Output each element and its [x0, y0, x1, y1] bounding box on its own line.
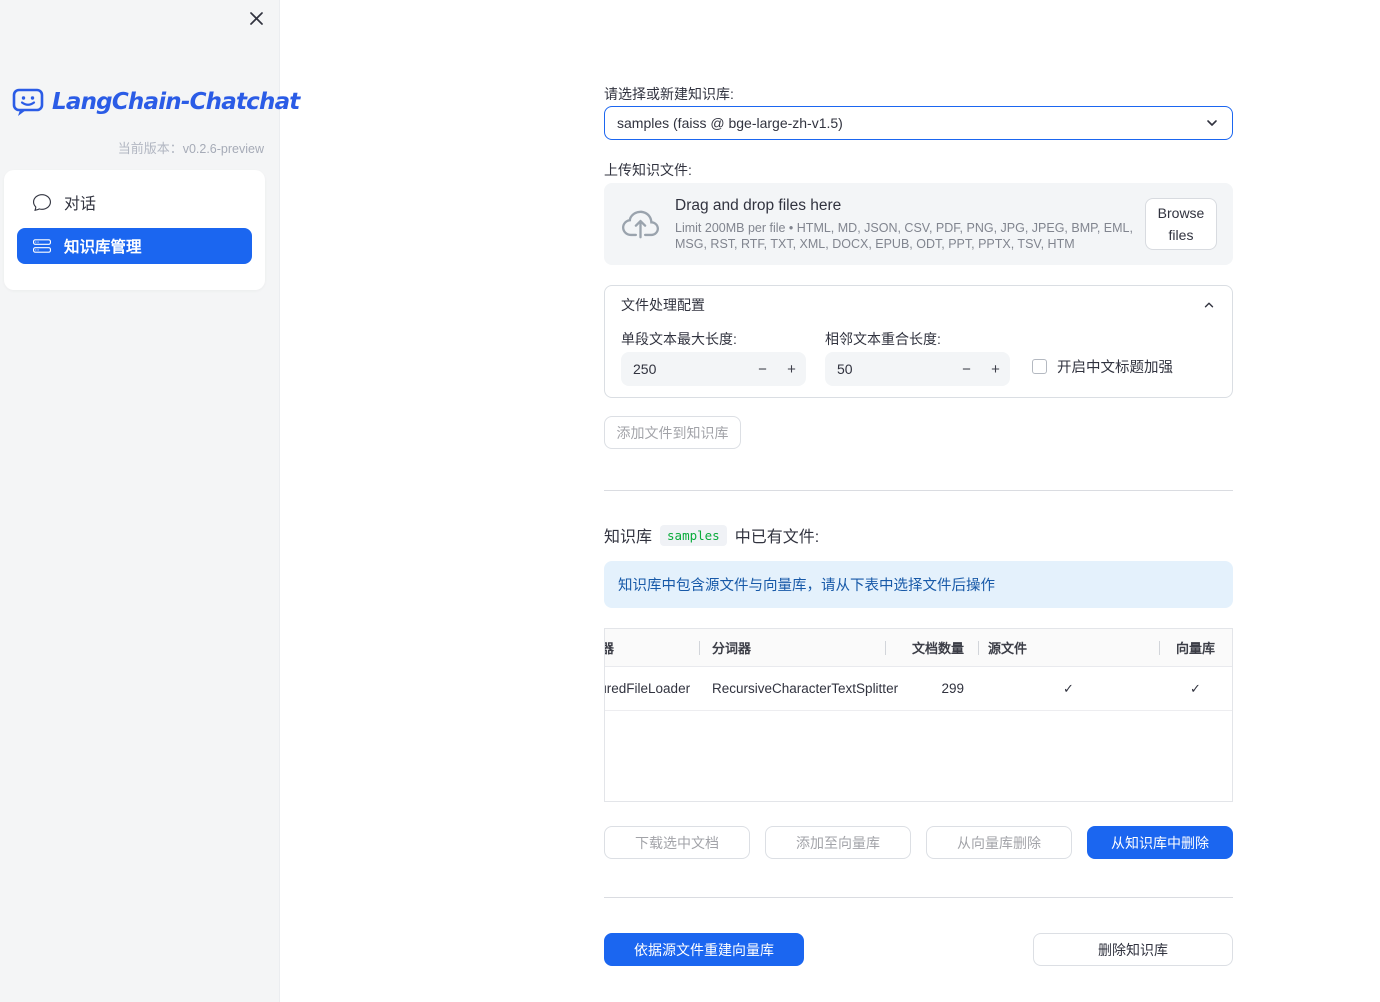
- sidebar-item-knowledge-base[interactable]: 知识库管理: [17, 228, 252, 264]
- kb-heading-suffix: 中已有文件:: [734, 529, 820, 546]
- add-files-to-kb-button[interactable]: 添加文件到知识库: [604, 416, 741, 449]
- table-row[interactable]: UnstructuredFileLoader RecursiveCharacte…: [605, 667, 1232, 711]
- cell-vector-store-check: ✓: [1159, 667, 1232, 710]
- upload-label: 上传知识文件:: [604, 162, 692, 178]
- chunk-size-label: 单段文本最大长度:: [621, 331, 737, 347]
- file-config-expander-header[interactable]: 文件处理配置: [605, 286, 1232, 324]
- kb-stack-icon: [33, 237, 51, 255]
- zh-title-enhance-checkbox[interactable]: [1032, 359, 1047, 374]
- info-banner: 知识库中包含源文件与向量库，请从下表中选择文件后操作: [604, 561, 1233, 608]
- divider: [604, 897, 1233, 898]
- kb-select-value: samples (faiss @ bge-large-zh-v1.5): [617, 115, 843, 131]
- kb-select[interactable]: samples (faiss @ bge-large-zh-v1.5): [604, 106, 1233, 140]
- zh-title-enhance-label: 开启中文标题加强: [1057, 360, 1173, 376]
- file-dropzone[interactable]: Drag and drop files here Limit 200MB per…: [604, 183, 1233, 265]
- cloud-upload-icon: [622, 206, 659, 243]
- file-config-expander: 文件处理配置 单段文本最大长度: 250 − + 相邻文本重合长度: 50 − …: [604, 285, 1233, 398]
- chat-bubble-icon: [33, 193, 51, 211]
- dropzone-limit-text: Limit 200MB per file • HTML, MD, JSON, C…: [675, 220, 1133, 251]
- cell-doc-count: 299: [941, 681, 964, 696]
- app-logo: LangChain-Chatchat: [11, 86, 300, 118]
- table-header-vector-store[interactable]: 向量库: [1159, 629, 1232, 666]
- cell-loader: UnstructuredFileLoader: [605, 681, 691, 696]
- sidebar-close-button[interactable]: [246, 8, 266, 28]
- chevron-down-icon: [1204, 115, 1220, 131]
- table-header-splitter[interactable]: 分词器: [699, 629, 885, 666]
- file-action-buttons: 下载选中文档 添加至向量库 从向量库删除 从知识库中删除: [604, 826, 1233, 859]
- chat-smiley-logo-icon: [11, 86, 45, 118]
- version-info: 当前版本：v0.2.6-preview: [118, 138, 264, 157]
- rebuild-vector-store-button[interactable]: 依据源文件重建向量库: [604, 933, 804, 966]
- cell-splitter: RecursiveCharacterTextSplitter: [712, 681, 899, 696]
- chunk-size-input[interactable]: 250 − +: [621, 352, 806, 386]
- version-label: 当前版本：: [117, 141, 183, 156]
- overlap-label: 相邻文本重合长度:: [825, 331, 941, 347]
- file-config-title: 文件处理配置: [621, 297, 705, 313]
- browse-files-button[interactable]: Browse files: [1145, 198, 1217, 250]
- close-icon: [249, 11, 264, 26]
- download-selected-button[interactable]: 下载选中文档: [604, 826, 750, 859]
- sidebar-item-label: 知识库管理: [64, 239, 142, 256]
- overlap-plus-button[interactable]: +: [981, 361, 1010, 378]
- delete-from-kb-button[interactable]: 从知识库中删除: [1087, 826, 1233, 859]
- table-header-row: 文档加载器 分词器 文档数量 源文件 向量库: [605, 629, 1232, 667]
- delete-kb-button[interactable]: 删除知识库: [1033, 933, 1233, 966]
- sidebar-item-label: 对话: [64, 196, 97, 213]
- overlap-minus-button[interactable]: −: [952, 361, 981, 378]
- divider: [604, 490, 1233, 491]
- overlap-value: 50: [837, 361, 853, 377]
- check-icon: ✓: [1063, 680, 1074, 696]
- chunk-size-plus-button[interactable]: +: [777, 361, 806, 378]
- table-header-loader[interactable]: 文档加载器: [605, 629, 699, 666]
- add-to-vector-store-button[interactable]: 添加至向量库: [765, 826, 911, 859]
- overlap-input[interactable]: 50 − +: [825, 352, 1010, 386]
- chunk-size-minus-button[interactable]: −: [748, 361, 777, 378]
- chunk-size-value: 250: [633, 361, 657, 377]
- kb-files-table: 文档加载器 分词器 文档数量 源文件 向量库 UnstructuredFileL…: [604, 628, 1233, 802]
- kb-select-label: 请选择或新建知识库:: [604, 86, 734, 102]
- zh-title-enhance-option: 开启中文标题加强: [1032, 356, 1173, 377]
- cell-source-file-check: ✓: [978, 667, 1159, 710]
- kb-heading-prefix: 知识库: [604, 529, 653, 546]
- sidebar-menu: 对话 知识库管理: [4, 170, 265, 290]
- check-icon: ✓: [1190, 680, 1201, 696]
- dropzone-title: Drag and drop files here: [675, 196, 842, 214]
- sidebar-item-dialogue[interactable]: 对话: [17, 180, 252, 224]
- main-content: 请选择或新建知识库: samples (faiss @ bge-large-zh…: [604, 0, 1233, 1002]
- table-header-source-file[interactable]: 源文件: [978, 629, 1159, 666]
- kb-level-actions: 依据源文件重建向量库 删除知识库: [604, 933, 1233, 966]
- kb-name-code: samples: [660, 524, 727, 546]
- chevron-up-icon: [1202, 298, 1216, 312]
- dropzone-instructions: Drag and drop files here Limit 200MB per…: [675, 197, 1145, 252]
- table-header-doc-count[interactable]: 文档数量: [885, 629, 978, 666]
- delete-from-vector-store-button[interactable]: 从向量库删除: [926, 826, 1072, 859]
- version-value: v0.2.6-preview: [182, 142, 264, 156]
- sidebar: LangChain-Chatchat 当前版本：v0.2.6-preview 对…: [0, 0, 300, 1002]
- kb-files-heading: 知识库 samples 中已有文件:: [604, 523, 1233, 547]
- app-title: LangChain-Chatchat: [52, 89, 300, 115]
